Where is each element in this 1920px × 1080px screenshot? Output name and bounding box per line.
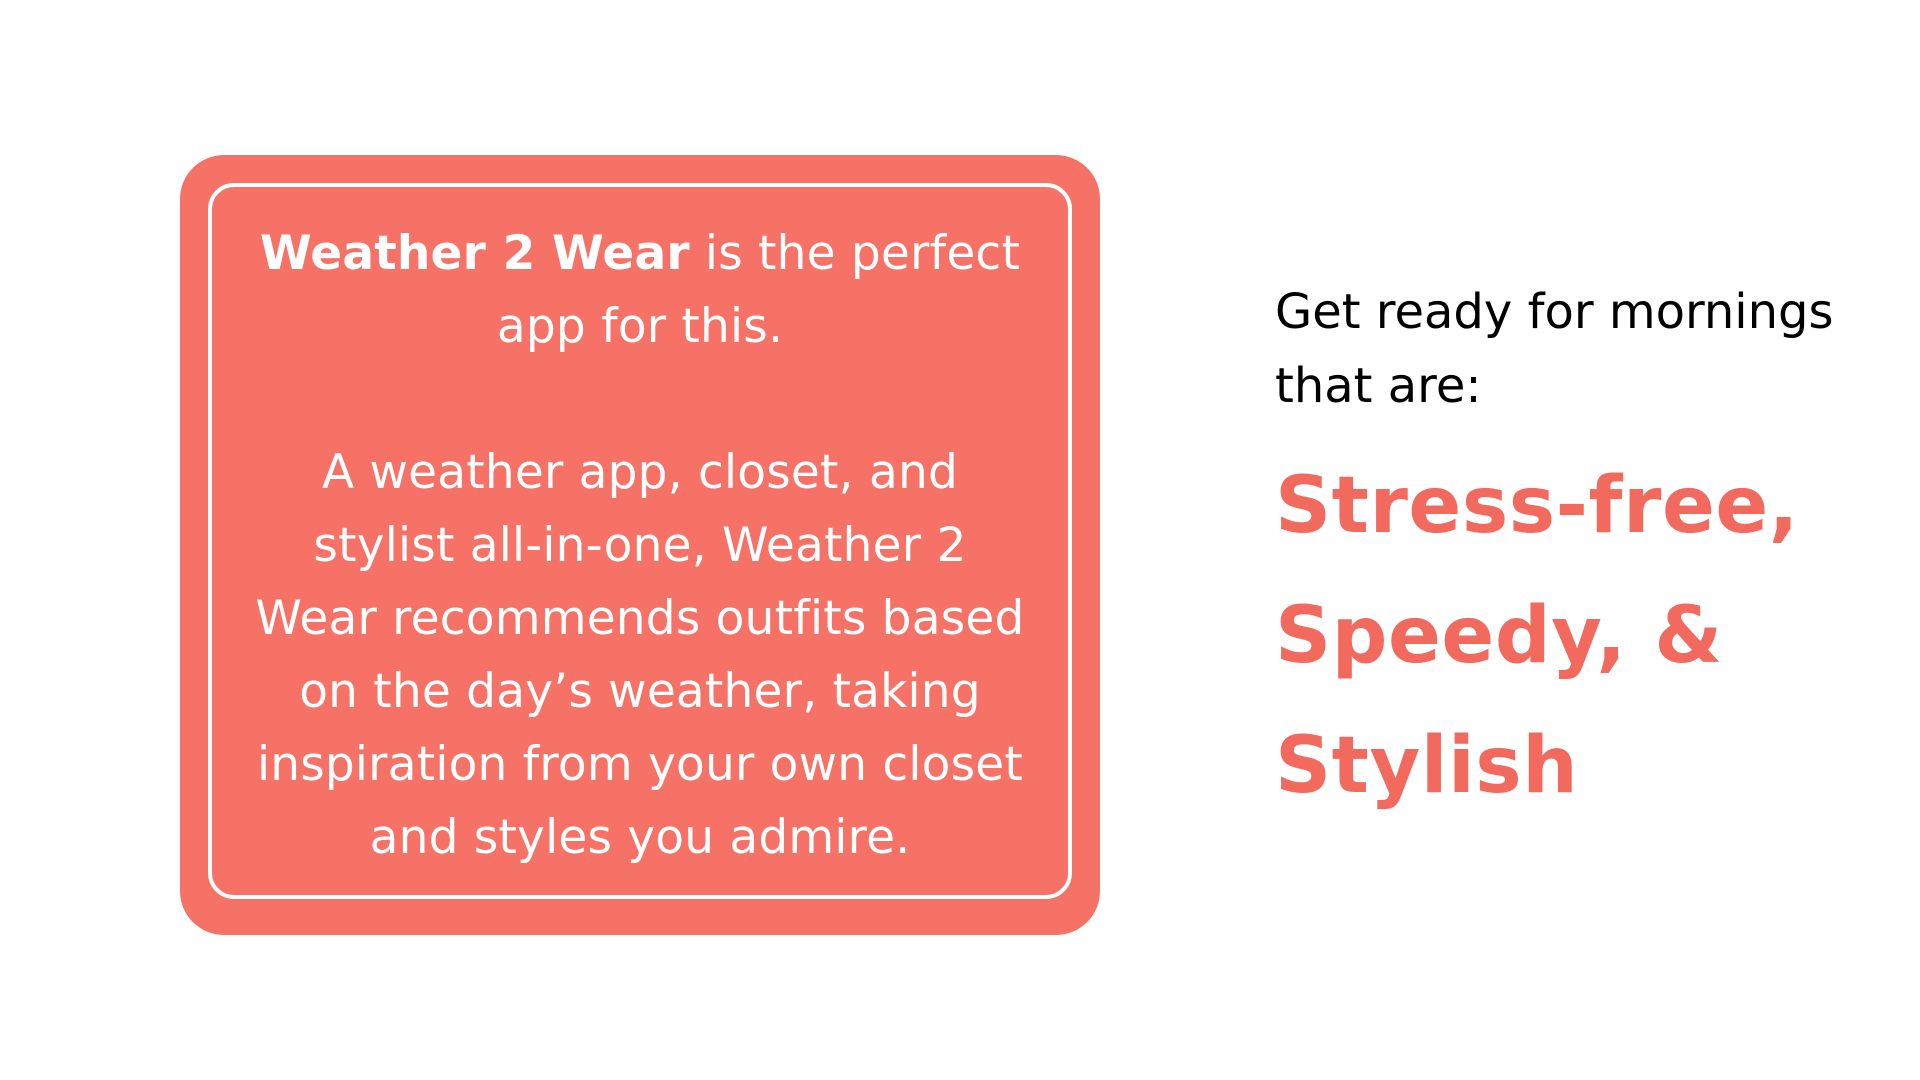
trait-stress-free: Stress-free, <box>1275 461 1799 551</box>
info-card-border: Weather 2 Wear is the perfect app for th… <box>208 183 1072 899</box>
right-panel: Get ready for mornings that are: Stress-… <box>1275 275 1855 831</box>
trait-stylish: Stylish <box>1275 721 1579 811</box>
tagline: Get ready for mornings that are: <box>1275 284 1834 414</box>
slide: { "colors": { "background": "#ffffff", "… <box>0 0 1920 1080</box>
description-paragraph: A weather app, closet, and stylist all-i… <box>255 445 1025 865</box>
info-card: Weather 2 Wear is the perfect app for th… <box>180 155 1100 935</box>
brand-name: Weather 2 Wear <box>259 226 690 281</box>
trait-speedy: Speedy, & <box>1275 591 1723 681</box>
card-text: Weather 2 Wear is the perfect app for th… <box>246 217 1034 874</box>
intro-paragraph: Weather 2 Wear is the perfect app for th… <box>246 217 1034 363</box>
traits-list: Stress-free, Speedy, & Stylish <box>1275 441 1855 831</box>
